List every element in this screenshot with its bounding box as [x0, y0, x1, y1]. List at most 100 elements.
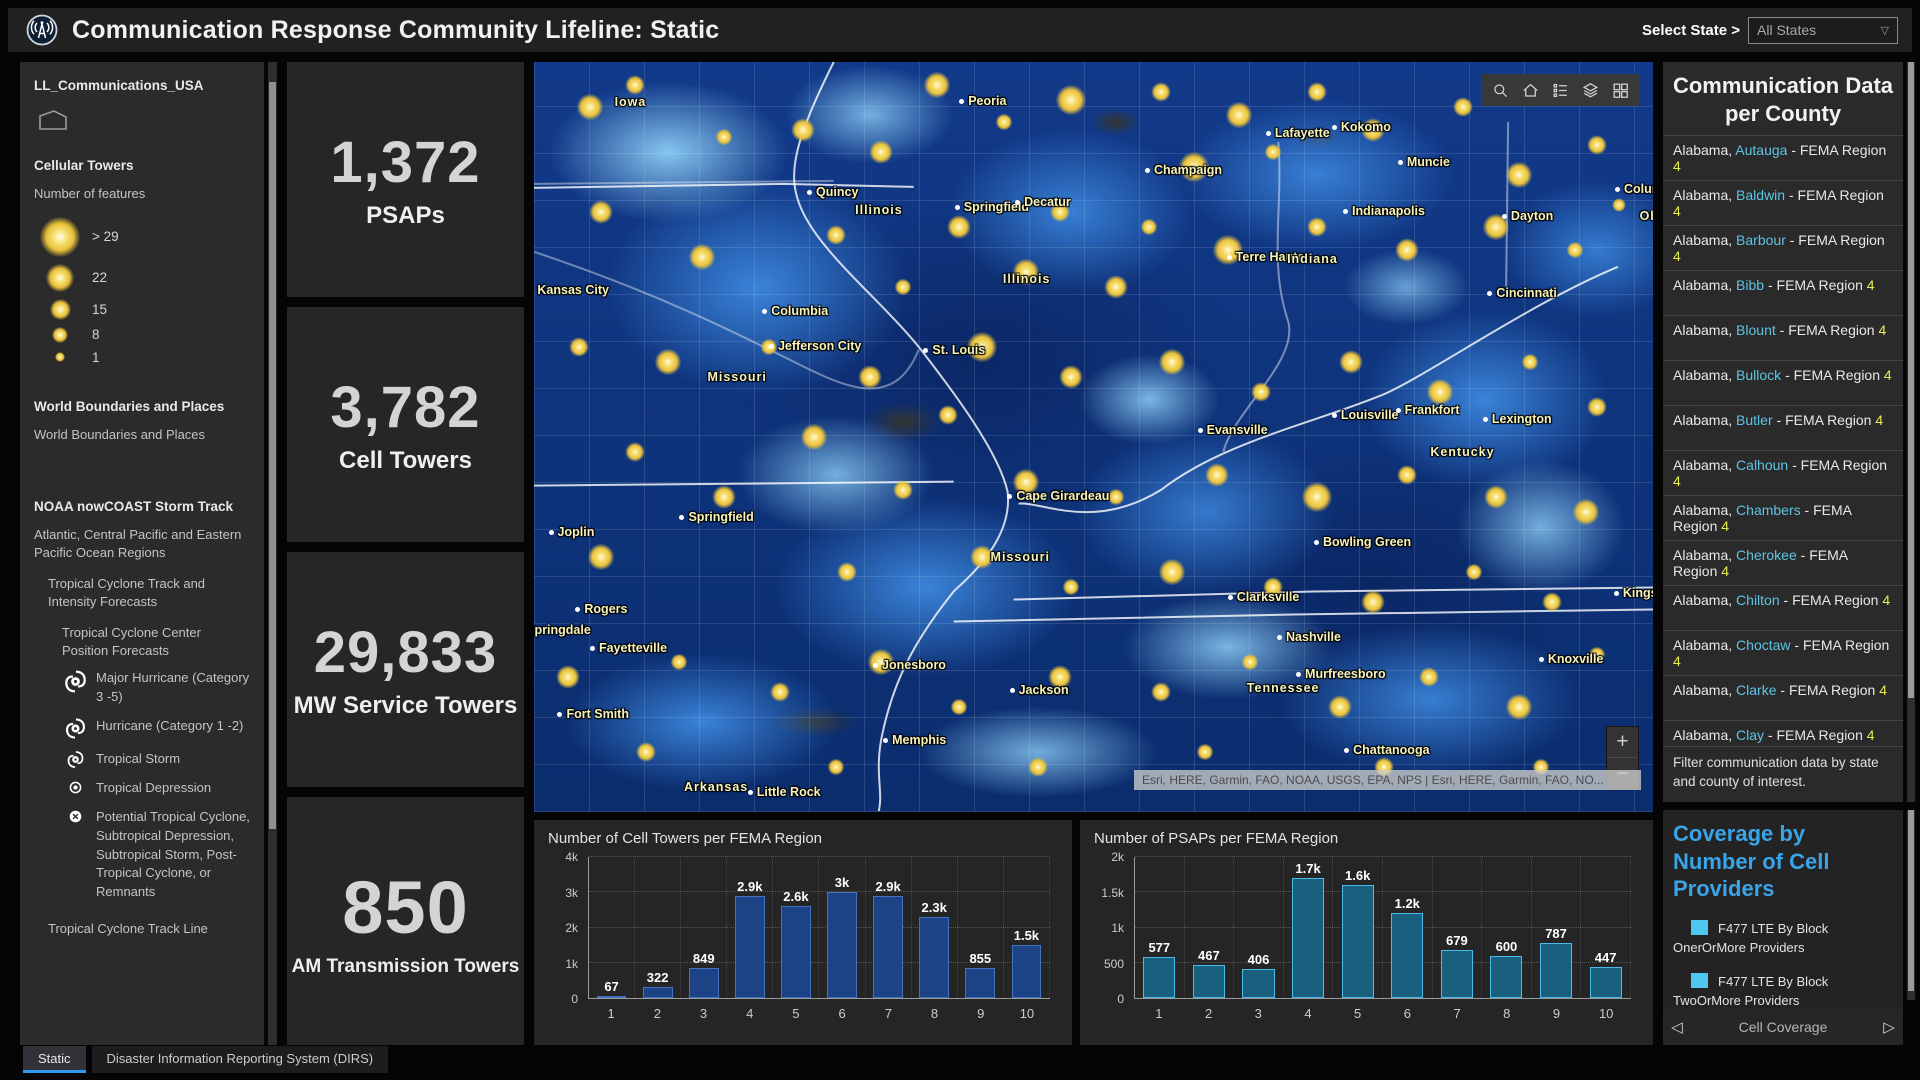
county-row[interactable]: Alabama, Calhoun - FEMA Region 4 [1663, 450, 1903, 495]
fema-region-number: 4 [1721, 518, 1729, 534]
cell-tower-cluster-dot [625, 442, 645, 462]
county-data-panel[interactable]: Communication Data per County Alabama, A… [1663, 62, 1903, 802]
state-label: Illinois [1003, 272, 1051, 286]
cell-tower-cluster-dot [1542, 592, 1562, 612]
coverage-map[interactable]: IowaPeoriaLafayetteKokomoMuncieChampaign… [534, 62, 1653, 812]
tab-static[interactable]: Static [23, 1046, 86, 1073]
psaps-count: 1,372 [330, 129, 480, 196]
carousel-next-icon[interactable]: ▷ [1875, 1018, 1903, 1036]
cell-tower-cluster-dot [1251, 382, 1271, 402]
state-dropdown[interactable]: All States ▽ [1748, 17, 1898, 44]
county-row[interactable]: Alabama, Cherokee - FEMA Region 4 [1663, 540, 1903, 585]
y-axis-tick: 0 [1117, 992, 1124, 1006]
county-scrollbar-thumb[interactable] [1908, 62, 1914, 698]
cell-tower-cluster-dot [1063, 579, 1080, 596]
county-row[interactable]: Alabama, Bullock - FEMA Region 4 [1663, 360, 1903, 405]
city-marker-dot [1615, 187, 1620, 192]
city-label: St. Louis [923, 343, 985, 357]
city-marker-dot [762, 309, 767, 314]
coverage-panel-scrollbar[interactable] [1907, 810, 1915, 1000]
x-axis-tick: 4 [1283, 1006, 1333, 1021]
x-axis-tick: 7 [865, 1006, 911, 1021]
city-marker-dot [1483, 417, 1488, 422]
y-axis-tick: 1k [565, 957, 578, 971]
city-label: Murfreesboro [1296, 667, 1386, 681]
bar-slot: 3k [819, 857, 865, 998]
tower-glow-dot [52, 327, 68, 343]
search-icon[interactable] [1485, 74, 1515, 106]
x-axis-tick: 9 [1532, 1006, 1582, 1021]
bar: 1.7k [1292, 878, 1324, 998]
coverage-scrollbar-thumb[interactable] [1908, 810, 1914, 991]
cell-tower-cluster-dot [893, 480, 913, 500]
carousel-prev-icon[interactable]: ◁ [1663, 1018, 1691, 1036]
layer-group-title: LL_Communications_USA [34, 78, 250, 93]
cell-tower-cluster-dot [1104, 275, 1128, 299]
chart-title: Number of PSAPs per FEMA Region [1094, 830, 1639, 847]
x-axis-tick: 5 [1333, 1006, 1383, 1021]
bar: 467 [1193, 965, 1225, 998]
bar-value-label: 447 [1595, 950, 1617, 965]
y-axis-tick: 1k [1111, 921, 1124, 935]
coverage-legend-panel: Coverage by Number of Cell Providers F47… [1663, 810, 1903, 1045]
bar: 447 [1590, 967, 1622, 999]
bar: 67 [597, 996, 627, 998]
cell-tower-cluster-dot [858, 365, 882, 389]
zoom-in-button[interactable]: + [1607, 727, 1638, 758]
fema-region-number: 4 [1884, 367, 1892, 383]
sidebar-scrollbar[interactable] [268, 62, 277, 1045]
home-icon[interactable] [1515, 74, 1545, 106]
county-row[interactable]: Alabama, Baldwin - FEMA Region 4 [1663, 180, 1903, 225]
legend-icon[interactable] [1545, 74, 1575, 106]
county-row[interactable]: Alabama, Chilton - FEMA Region 4 [1663, 585, 1903, 630]
bar-value-label: 787 [1545, 926, 1567, 941]
county-list-scrollbar[interactable] [1907, 62, 1915, 802]
bar-value-label: 322 [647, 970, 669, 985]
chart-cell-towers-per-region: Number of Cell Towers per FEMA Region 01… [534, 820, 1072, 1045]
cell-tower-cluster-dot [923, 71, 950, 98]
bar-value-label: 2.9k [737, 879, 762, 894]
potential-cyclone-icon [62, 808, 88, 825]
tab-dirs[interactable]: Disaster Information Reporting System (D… [92, 1046, 389, 1073]
city-marker-dot [923, 348, 928, 353]
cell-tower-cluster-dot [569, 337, 589, 357]
city-marker-dot [748, 790, 753, 795]
cell-tower-cluster-dot [1205, 463, 1229, 487]
county-row[interactable]: Alabama, Barbour - FEMA Region 4 [1663, 225, 1903, 270]
legend-panel[interactable]: LL_Communications_USA Cellular Towers Nu… [20, 62, 264, 1045]
county-row[interactable]: Alabama, Choctaw - FEMA Region 4 [1663, 630, 1903, 675]
county-row[interactable]: Alabama, Butler - FEMA Region 4 [1663, 405, 1903, 450]
x-axis-tick: 1 [1134, 1006, 1184, 1021]
layers-icon[interactable] [1575, 74, 1605, 106]
bar-slot: 577 [1135, 857, 1185, 998]
x-axis-tick: 5 [773, 1006, 819, 1021]
cell-tower-cluster-dot [800, 424, 827, 451]
basemap-icon[interactable] [1605, 74, 1635, 106]
x-axis-tick: 8 [1482, 1006, 1532, 1021]
bar-value-label: 467 [1198, 948, 1220, 963]
city-label: Decatur [1015, 195, 1071, 209]
stat-card-psaps: 1,372 PSAPs [287, 62, 524, 297]
county-list: Alabama, Autauga - FEMA Region 4Alabama,… [1663, 135, 1903, 765]
bar-slot: 1.6k [1333, 857, 1383, 998]
x-axis-tick: 10 [1004, 1006, 1050, 1021]
city-label: Fort Smith [557, 707, 629, 721]
county-row[interactable]: Alabama, Clarke - FEMA Region 4 [1663, 675, 1903, 720]
county-row[interactable]: Alabama, Chambers - FEMA Region 4 [1663, 495, 1903, 540]
bar-value-label: 1.5k [1014, 928, 1039, 943]
city-marker-dot [769, 344, 774, 349]
county-row[interactable]: Alabama, Autauga - FEMA Region 4 [1663, 135, 1903, 180]
track-line-label: Tropical Cyclone Track Line [48, 920, 250, 938]
sidebar-scrollbar-thumb[interactable] [269, 82, 276, 829]
county-name: Barbour [1736, 232, 1786, 248]
bar-value-label: 2.9k [875, 879, 900, 894]
cell-tower-cluster-dot [1419, 667, 1439, 687]
cell-tower-cluster-dot [1107, 489, 1124, 506]
tower-size-row: 22 [34, 264, 250, 292]
county-row[interactable]: Alabama, Bibb - FEMA Region 4 [1663, 270, 1903, 315]
cell-tower-cluster-dot [576, 94, 603, 121]
city-label: Lexington [1483, 412, 1552, 426]
county-row[interactable]: Alabama, Blount - FEMA Region 4 [1663, 315, 1903, 360]
city-label: Lafayette [1266, 126, 1330, 140]
chart-psaps-per-region: Number of PSAPs per FEMA Region 05001k1.… [1080, 820, 1653, 1045]
